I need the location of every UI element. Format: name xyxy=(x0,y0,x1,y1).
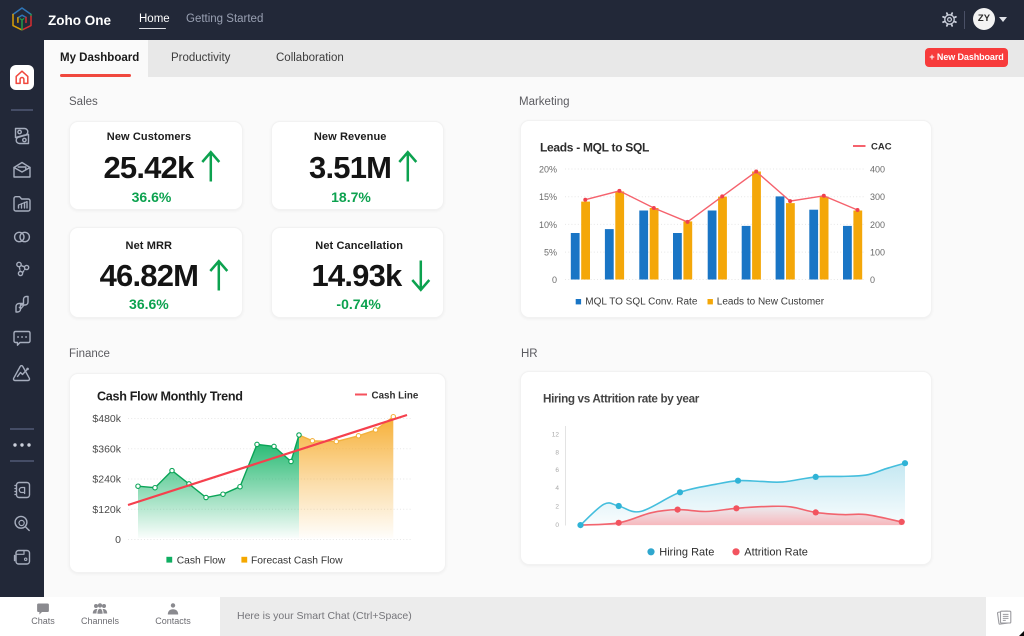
svg-text:Leads - MQL to SQL: Leads - MQL to SQL xyxy=(540,141,649,155)
svg-text:0: 0 xyxy=(555,522,559,529)
svg-text:0: 0 xyxy=(870,275,875,285)
svg-text:Attrition Rate: Attrition Rate xyxy=(744,547,808,559)
svg-text:$120k: $120k xyxy=(92,504,121,516)
svg-text:100: 100 xyxy=(870,248,885,258)
svg-text:2: 2 xyxy=(555,504,559,511)
svg-text:10%: 10% xyxy=(539,220,557,230)
svg-text:$480k: $480k xyxy=(92,413,121,425)
svg-text:Cash Flow Monthly Trend: Cash Flow Monthly Trend xyxy=(97,389,243,403)
svg-text:Hiring vs Attrition rate by ye: Hiring vs Attrition rate by year xyxy=(543,393,700,406)
svg-text:15%: 15% xyxy=(539,192,557,202)
svg-text:$360k: $360k xyxy=(92,443,121,455)
svg-text:0: 0 xyxy=(115,534,121,546)
svg-text:Forecast Cash Flow: Forecast Cash Flow xyxy=(251,556,343,567)
svg-text:0: 0 xyxy=(552,275,557,285)
svg-text:20%: 20% xyxy=(539,165,557,175)
svg-text:CAC: CAC xyxy=(871,142,892,153)
svg-text:Cash Flow: Cash Flow xyxy=(177,556,226,567)
svg-text:$240k: $240k xyxy=(92,474,121,486)
svg-text:Cash Line: Cash Line xyxy=(372,391,419,402)
svg-text:5%: 5% xyxy=(544,248,557,258)
svg-text:300: 300 xyxy=(870,192,885,202)
svg-text:8: 8 xyxy=(555,449,559,456)
svg-text:4: 4 xyxy=(555,485,559,492)
svg-text:400: 400 xyxy=(870,165,885,175)
svg-text:12: 12 xyxy=(552,432,560,439)
svg-text:MQL TO SQL Conv. Rate: MQL TO SQL Conv. Rate xyxy=(585,297,698,308)
svg-text:Leads to New Customer: Leads to New Customer xyxy=(717,297,825,308)
svg-text:6: 6 xyxy=(555,467,559,474)
svg-text:200: 200 xyxy=(870,220,885,230)
svg-text:Hiring Rate: Hiring Rate xyxy=(659,547,714,559)
